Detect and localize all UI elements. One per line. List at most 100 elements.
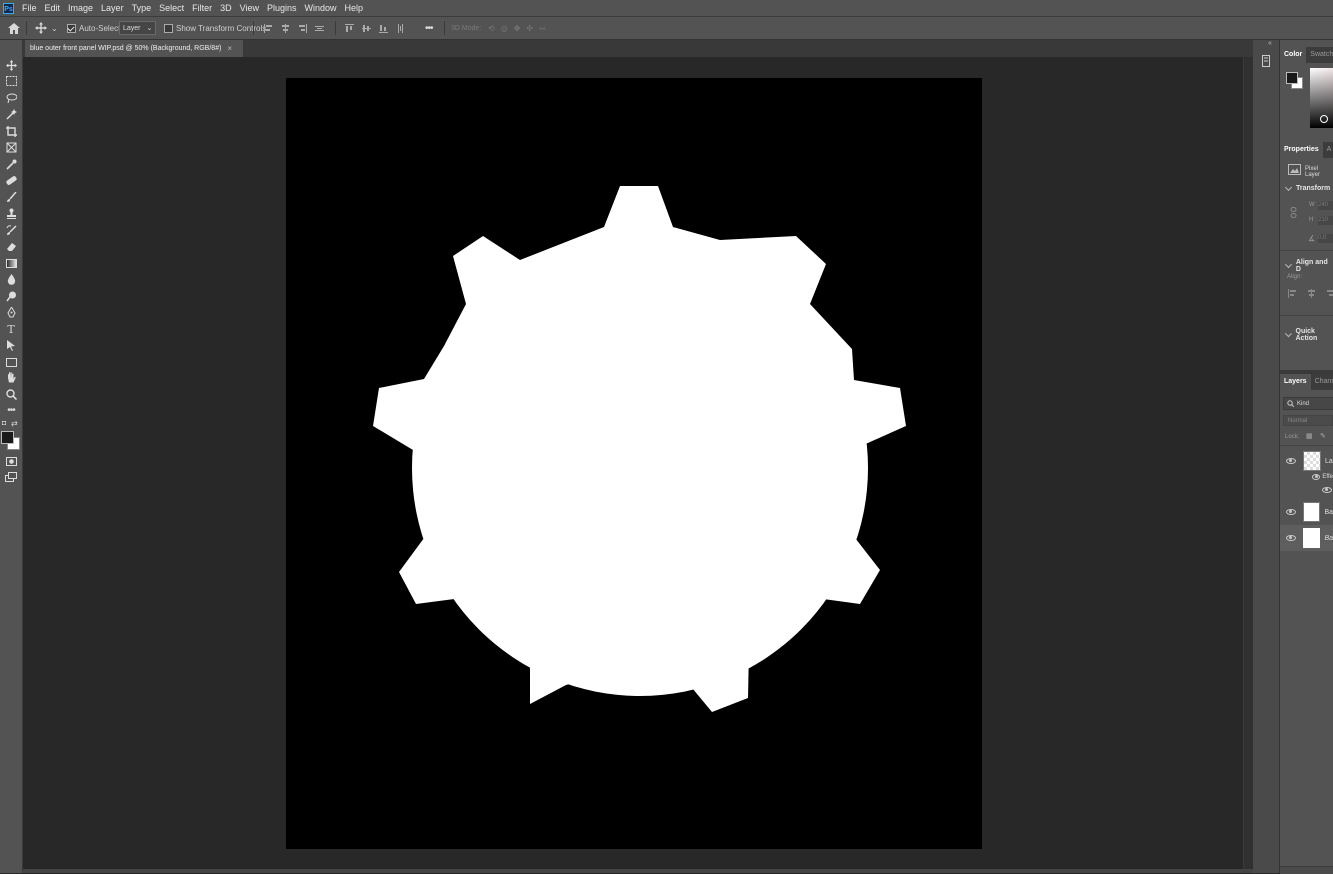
layer-row[interactable]: Ba: [1280, 499, 1333, 525]
menu-select[interactable]: Select: [155, 0, 188, 16]
3d-orbit-icon[interactable]: ⟲: [488, 24, 495, 33]
lock-transparent-pixels-icon[interactable]: ▦: [1306, 432, 1313, 440]
menu-3d[interactable]: 3D: [216, 0, 236, 16]
distribute-icon[interactable]: [315, 24, 324, 33]
3d-pan-icon[interactable]: ✥: [514, 24, 521, 33]
distribute-vertical-icon[interactable]: [396, 24, 405, 33]
move-tool-preset-icon[interactable]: ⌄: [35, 17, 58, 39]
menu-window[interactable]: Window: [301, 0, 341, 16]
layer-row-selected[interactable]: Ba: [1280, 525, 1333, 551]
brush-tool-icon[interactable]: [3, 190, 19, 204]
divider: [1280, 315, 1333, 316]
pen-tool-icon[interactable]: [3, 305, 19, 319]
auto-select-target-select[interactable]: Layer⌄: [119, 17, 156, 39]
blur-tool-icon[interactable]: [3, 272, 19, 286]
history-panel-icon[interactable]: [1262, 55, 1272, 67]
hand-tool-icon[interactable]: [3, 371, 19, 385]
angle-field[interactable]: 0.0: [1318, 234, 1333, 243]
pixel-layer-icon: [1288, 164, 1301, 175]
3d-scale-icon[interactable]: ⇿: [539, 24, 546, 33]
menu-layer[interactable]: Layer: [97, 0, 128, 16]
menu-view[interactable]: View: [236, 0, 263, 16]
screen-mode-icon[interactable]: [3, 470, 19, 484]
menu-edit[interactable]: Edit: [41, 0, 65, 16]
menu-plugins[interactable]: Plugins: [263, 0, 301, 16]
frame-tool-icon[interactable]: [3, 140, 19, 154]
tab-channels[interactable]: Chann: [1311, 374, 1333, 390]
tab-properties[interactable]: Properties: [1280, 142, 1323, 158]
visibility-eye-icon[interactable]: [1286, 458, 1296, 464]
align-top-edges-icon[interactable]: [345, 24, 354, 33]
move-tool-icon[interactable]: [3, 58, 19, 72]
history-brush-tool-icon[interactable]: [3, 223, 19, 237]
foreground-color-swatch[interactable]: [1, 431, 14, 444]
home-icon[interactable]: [8, 17, 20, 39]
layers-panel-tabs: Layers Chann: [1280, 374, 1333, 390]
visibility-eye-icon[interactable]: [1312, 474, 1320, 480]
more-tools-icon[interactable]: •••: [3, 403, 19, 417]
gradient-tool-icon[interactable]: [3, 256, 19, 270]
height-field[interactable]: 210: [1318, 216, 1333, 225]
transform-section-header[interactable]: Transform: [1286, 185, 1330, 192]
foreground-color-chip[interactable]: [1286, 72, 1298, 84]
visibility-eye-icon[interactable]: [1286, 535, 1296, 541]
tab-color[interactable]: Color: [1280, 47, 1306, 63]
zoom-tool-icon[interactable]: [3, 387, 19, 401]
tab-swatches[interactable]: Swatch: [1306, 47, 1333, 63]
visibility-eye-icon[interactable]: [1322, 487, 1332, 493]
blend-mode-select[interactable]: Normal: [1283, 415, 1333, 426]
rectangle-tool-icon[interactable]: [3, 355, 19, 369]
collapse-panels-icon[interactable]: «: [1268, 40, 1272, 47]
width-label: W: [1309, 202, 1315, 208]
align-right-edges-icon[interactable]: [298, 24, 307, 33]
show-transform-checkbox[interactable]: Show Transform Controls: [164, 17, 266, 39]
align-center-icon[interactable]: [1307, 289, 1316, 298]
swap-colors-icon[interactable]: ⇄: [11, 419, 18, 428]
menu-help[interactable]: Help: [341, 0, 368, 16]
align-vertical-centers-icon[interactable]: [362, 24, 371, 33]
default-colors-icon[interactable]: ◘: [2, 420, 6, 427]
auto-select-checkbox[interactable]: Auto-Select:: [67, 17, 123, 39]
document-canvas[interactable]: [286, 78, 982, 849]
close-icon[interactable]: ×: [227, 44, 232, 53]
menu-image[interactable]: Image: [64, 0, 97, 16]
link-icon[interactable]: [1290, 207, 1297, 218]
healing-brush-tool-icon[interactable]: [3, 173, 19, 187]
path-selection-tool-icon[interactable]: [3, 338, 19, 352]
tab-layers[interactable]: Layers: [1280, 374, 1311, 390]
quick-mask-icon[interactable]: [3, 454, 19, 468]
width-field[interactable]: 240: [1318, 201, 1333, 210]
3d-roll-icon[interactable]: ◎: [501, 24, 508, 33]
menu-type[interactable]: Type: [128, 0, 156, 16]
align-right-icon[interactable]: [1326, 289, 1333, 298]
align-bottom-edges-icon[interactable]: [379, 24, 388, 33]
magic-wand-tool-icon[interactable]: [3, 107, 19, 121]
dodge-tool-icon[interactable]: [3, 289, 19, 303]
color-field[interactable]: [1310, 68, 1333, 128]
eraser-tool-icon[interactable]: [3, 239, 19, 253]
menu-filter[interactable]: Filter: [188, 0, 216, 16]
3d-slide-icon[interactable]: ✣: [526, 24, 533, 33]
align-horizontal-centers-icon[interactable]: [281, 24, 290, 33]
document-tab[interactable]: blue outer front panel WIP.psd @ 50% (Ba…: [25, 40, 243, 57]
clone-stamp-tool-icon[interactable]: [3, 206, 19, 220]
layer-thumbnail: [1303, 528, 1321, 548]
more-options-button[interactable]: •••: [425, 17, 433, 39]
lock-image-pixels-icon[interactable]: ✎: [1320, 432, 1326, 440]
layer-effects-row[interactable]: Effe: [1280, 470, 1333, 484]
align-section-header[interactable]: Align and D: [1286, 259, 1333, 273]
menu-file[interactable]: File: [18, 0, 41, 16]
crop-tool-icon[interactable]: [3, 124, 19, 138]
marquee-tool-icon[interactable]: [3, 74, 19, 88]
layer-filter-kind[interactable]: Kind: [1283, 397, 1333, 410]
layer-effect-sub-row[interactable]: [1280, 484, 1333, 496]
eyedropper-tool-icon[interactable]: [3, 157, 19, 171]
quick-actions-section-header[interactable]: Quick Action: [1286, 328, 1333, 342]
visibility-eye-icon[interactable]: [1286, 509, 1296, 515]
align-left-edges-icon[interactable]: [264, 24, 273, 33]
align-left-icon[interactable]: [1288, 289, 1297, 298]
tab-adjustments[interactable]: A: [1323, 142, 1333, 158]
type-tool-icon[interactable]: T: [3, 322, 19, 336]
lasso-tool-icon[interactable]: [3, 91, 19, 105]
color-picker-ring[interactable]: [1320, 115, 1328, 123]
